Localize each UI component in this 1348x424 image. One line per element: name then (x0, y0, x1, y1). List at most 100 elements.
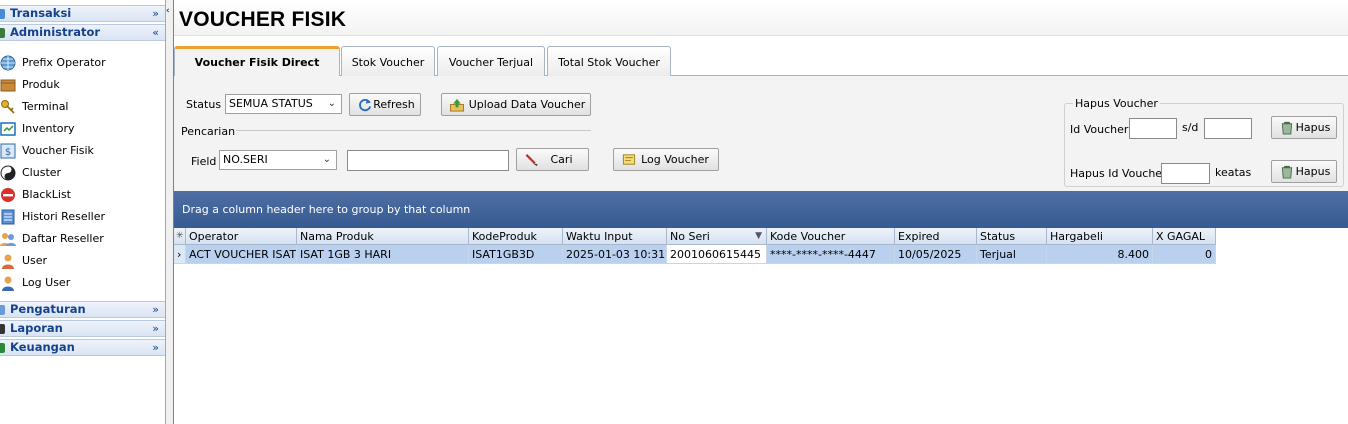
chevron-down-icon: ⌄ (327, 98, 336, 109)
tab-strip: Voucher Fisik Direct Topup Stok Voucher … (174, 45, 1348, 96)
column-header-operator[interactable]: Operator (186, 228, 297, 245)
column-header-waktu-input[interactable]: Waktu Input (563, 228, 667, 245)
cell-nama-produk[interactable]: ISAT 1GB 3 HARI (297, 245, 469, 264)
sidebar-item-label: Log User (22, 276, 71, 289)
main-content: VOUCHER FISIK Voucher Fisik Direct Topup… (174, 0, 1348, 424)
group-label: Administrator (10, 25, 101, 39)
upload-data-voucher-button[interactable]: Upload Data Voucher (441, 93, 591, 116)
cell-kodeproduk[interactable]: ISAT1GB3D (469, 245, 563, 264)
globe-icon (0, 55, 16, 71)
chevron-icon[interactable]: » (152, 302, 159, 317)
sidebar-item-user[interactable]: User (0, 250, 165, 272)
sidebar-item-label: Produk (22, 78, 60, 91)
cell-operator[interactable]: ACT VOUCHER ISAT (186, 245, 297, 264)
sidebar-item-cluster[interactable]: Cluster (0, 162, 165, 184)
administrator-icon (0, 28, 5, 38)
sidebar-item-blacklist[interactable]: BlackList (0, 184, 165, 206)
hapus-button-2[interactable]: Hapus (1271, 160, 1337, 183)
field-select-value: NO.SERI (223, 153, 268, 166)
sidebar-item-daftar-reseller[interactable]: Daftar Reseller (0, 228, 165, 250)
column-header-status[interactable]: Status (977, 228, 1047, 245)
hapus-id-voucher-input[interactable] (1161, 163, 1210, 184)
column-header-no-seri[interactable]: No Seri ▼ (667, 228, 767, 245)
cell-kode-voucher[interactable]: ****-****-****-4447 (767, 245, 895, 264)
refresh-button[interactable]: Refresh (349, 93, 421, 116)
key-icon (1, 100, 15, 114)
cell-no-seri[interactable]: 2001060615445 (667, 245, 767, 264)
cell-expired[interactable]: 10/05/2025 (895, 245, 977, 264)
sidebar-item-terminal[interactable]: Terminal (0, 96, 165, 118)
cell-hargabeli[interactable]: 8.400 (1047, 245, 1153, 264)
chevron-icon[interactable]: » (152, 321, 159, 336)
sidebar-item-label: BlackList (22, 188, 71, 201)
title-bar: VOUCHER FISIK (174, 2, 1348, 36)
transaksi-icon (0, 9, 5, 19)
cari-button[interactable]: Cari (516, 148, 589, 171)
column-header-hargabeli[interactable]: Hargabeli (1047, 228, 1153, 245)
status-select[interactable]: SEMUA STATUS ⌄ (225, 94, 342, 114)
cluster-icon (0, 165, 16, 181)
tab-voucher-fisik-direct-topup[interactable]: Voucher Fisik Direct Topup (174, 46, 340, 96)
pengaturan-icon (0, 305, 5, 315)
field-select[interactable]: NO.SERI ⌄ (219, 150, 337, 170)
log-voucher-button[interactable]: Log Voucher (613, 148, 719, 171)
group-label: Transaksi (10, 6, 72, 20)
group-administrator[interactable]: Administrator « (0, 24, 165, 41)
column-header-kodeproduk[interactable]: KodeProduk (469, 228, 563, 245)
svg-text:$: $ (5, 147, 11, 158)
trash-icon (1281, 165, 1293, 179)
group-laporan[interactable]: Laporan » (0, 320, 165, 337)
sidebar-item-label: Histori Reseller (22, 210, 105, 223)
sidebar-item-inventory[interactable]: Inventory (0, 118, 165, 140)
group-label: Pengaturan (10, 302, 86, 316)
tab-total-stok-voucher[interactable]: Total Stok Voucher (547, 46, 671, 76)
cell-status[interactable]: Terjual (977, 245, 1047, 264)
chevron-icon[interactable]: » (152, 6, 159, 21)
trash-icon (1281, 121, 1293, 135)
tab-stok-voucher[interactable]: Stok Voucher (341, 46, 435, 76)
row-indicator-header: ✳ (174, 228, 186, 245)
group-label: Keuangan (10, 340, 75, 354)
column-header-x-gagal[interactable]: X GAGAL (1153, 228, 1216, 245)
filter-icon[interactable]: ▼ (755, 228, 762, 244)
log-user-icon (2, 276, 14, 291)
sd-label: s/d (1182, 121, 1199, 134)
collapse-arrow-icon[interactable]: ‹ (166, 6, 170, 16)
upload-label: Upload Data Voucher (468, 98, 586, 111)
sidebar-item-label: Daftar Reseller (22, 232, 104, 245)
sidebar: Transaksi » Administrator « Prefix Opera… (0, 0, 166, 424)
sidebar-item-log-user[interactable]: Log User (0, 272, 165, 294)
pencarian-label: Pencarian (181, 125, 236, 138)
users-icon (0, 233, 16, 246)
group-keuangan[interactable]: Keuangan » (0, 339, 165, 356)
sidebar-item-voucher-fisik[interactable]: $ Voucher Fisik (0, 140, 165, 162)
chevron-icon[interactable]: » (152, 340, 159, 355)
chevron-down-icon: ⌄ (322, 154, 331, 165)
chevron-icon[interactable]: « (152, 25, 159, 40)
sidebar-item-prefix-operator[interactable]: Prefix Operator (0, 52, 165, 74)
tab-voucher-terjual[interactable]: Voucher Terjual (437, 46, 545, 76)
hapus-button-1[interactable]: Hapus (1271, 116, 1337, 139)
cell-x-gagal[interactable]: 0 (1153, 245, 1216, 264)
table-row[interactable]: › ACT VOUCHER ISAT ISAT 1GB 3 HARI ISAT1… (174, 245, 1216, 264)
hapus-id-voucher-label: Hapus Id Voucher (1070, 167, 1167, 180)
column-header-expired[interactable]: Expired (895, 228, 977, 245)
laporan-icon (0, 324, 5, 334)
user-icon (2, 254, 14, 269)
column-header-kode-voucher[interactable]: Kode Voucher (767, 228, 895, 245)
id-voucher-to-input[interactable] (1204, 118, 1252, 139)
group-transaksi[interactable]: Transaksi » (0, 5, 165, 22)
sidebar-item-label: User (22, 254, 48, 267)
sidebar-item-produk[interactable]: Produk (0, 74, 165, 96)
keuangan-icon (0, 343, 5, 353)
sidebar-splitter[interactable]: ‹ (166, 0, 174, 424)
group-pengaturan[interactable]: Pengaturan » (0, 301, 165, 318)
group-by-panel[interactable]: Drag a column header here to group by th… (174, 191, 1348, 228)
search-input[interactable] (347, 150, 509, 171)
cell-waktu-input[interactable]: 2025-01-03 10:31:1• (563, 245, 667, 264)
history-icon (1, 209, 15, 225)
sidebar-item-histori-reseller[interactable]: Histori Reseller (0, 206, 165, 228)
column-header-nama-produk[interactable]: Nama Produk (297, 228, 469, 245)
voucher-icon: $ (0, 143, 16, 159)
id-voucher-from-input[interactable] (1129, 118, 1177, 139)
